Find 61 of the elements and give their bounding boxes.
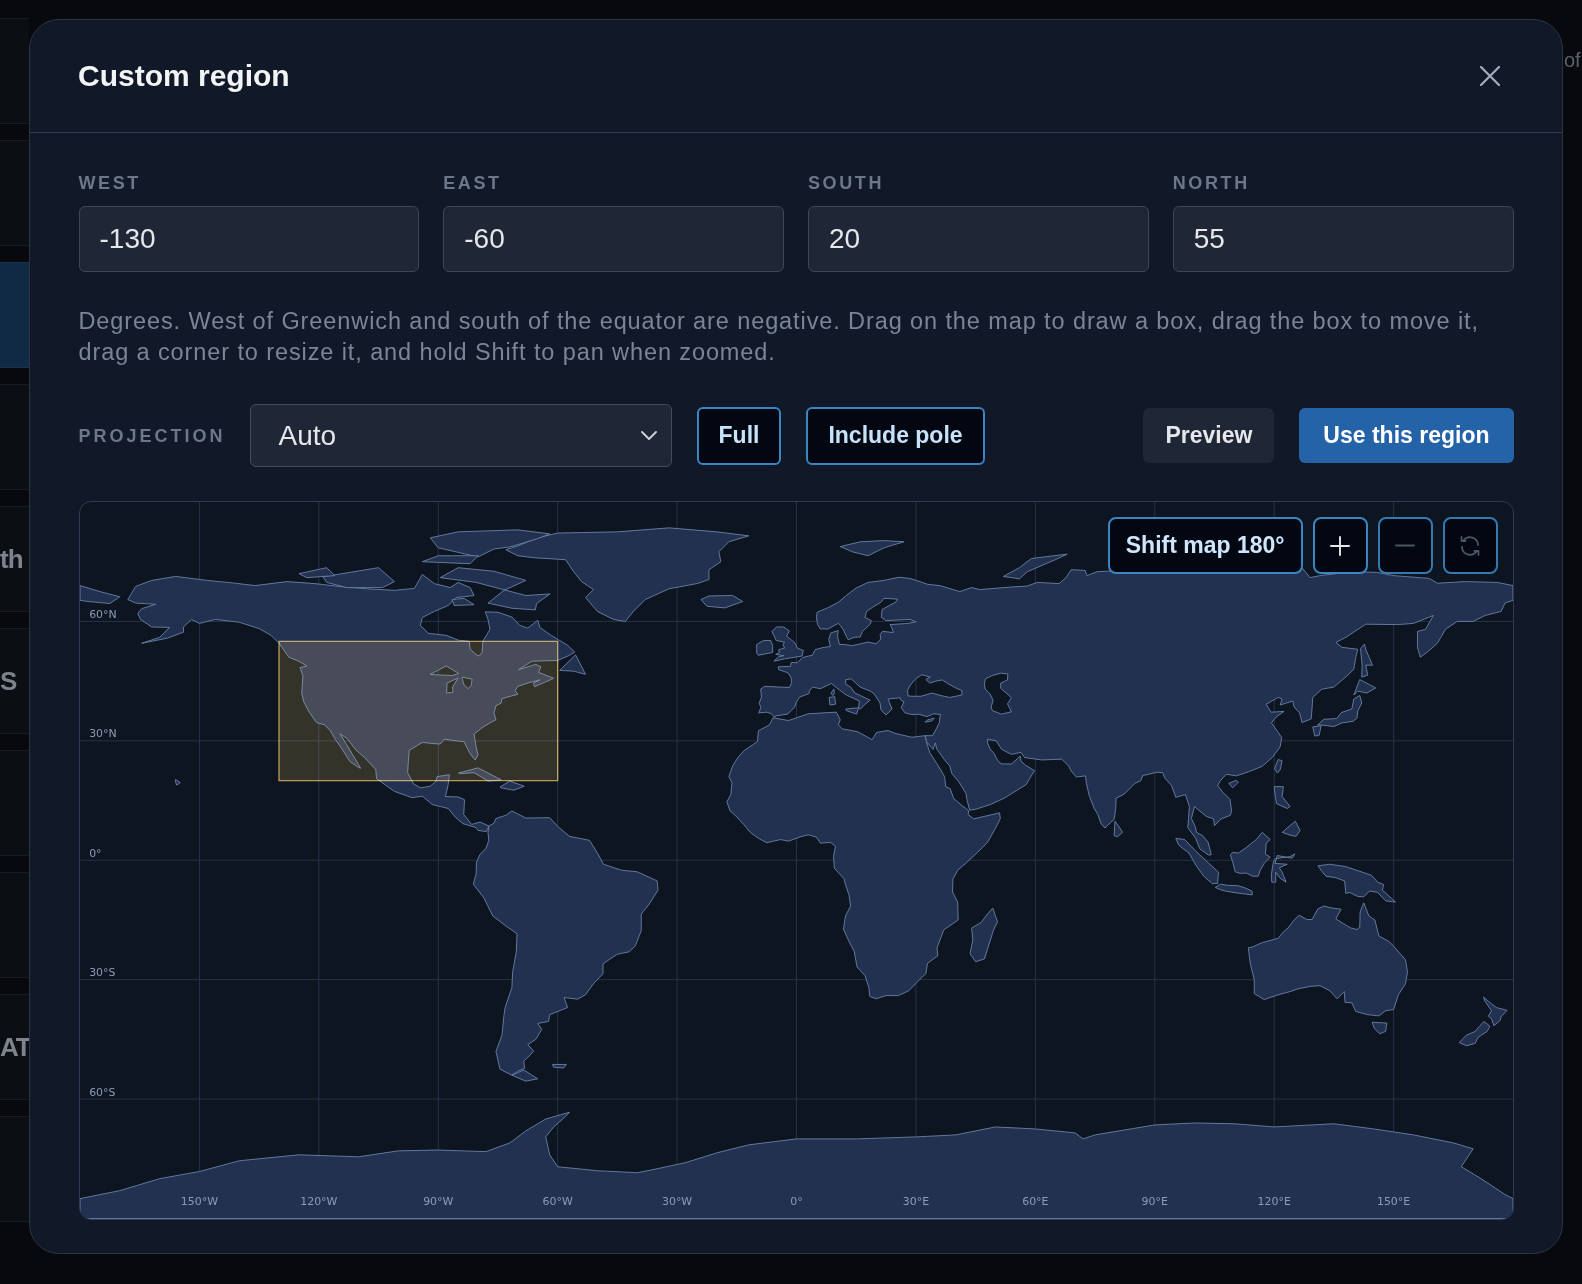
island-shape	[174, 779, 181, 786]
latitude-label: 60°S	[88, 1085, 115, 1099]
background-text: S	[0, 668, 17, 694]
field-label: EAST	[443, 173, 502, 193]
latitude-label: 30°N	[88, 727, 117, 741]
latitude-label: 30°S	[88, 966, 115, 980]
longitude-label: 0°	[789, 1194, 803, 1208]
island-shape	[1281, 820, 1300, 837]
island-shape	[1002, 553, 1068, 580]
shift-map-button[interactable]: Shift map 180°	[1107, 517, 1303, 574]
island-shape	[558, 654, 586, 675]
close-icon[interactable]	[1480, 66, 1500, 86]
field-label: NORTH	[1172, 173, 1250, 193]
island-shape	[1458, 1021, 1490, 1047]
island-shape	[1113, 820, 1123, 838]
longitude-label: 30°W	[661, 1194, 692, 1208]
zoom-in-button[interactable]	[1312, 517, 1368, 574]
island-shape	[839, 540, 904, 557]
chevron-down-icon	[640, 431, 657, 440]
island-shape	[1227, 779, 1239, 789]
island-shape	[499, 780, 525, 791]
coordinate-input[interactable]: 55	[1172, 206, 1514, 272]
peninsula-shape	[79, 585, 120, 604]
extent-button[interactable]: Include pole	[806, 406, 985, 465]
extent-button[interactable]: Full	[696, 406, 782, 465]
selected-region-box[interactable]	[277, 640, 558, 782]
projection-dropdown[interactable]: Auto	[249, 404, 672, 467]
longitude-label: 30°E	[902, 1194, 929, 1208]
longitude-label: 90°E	[1141, 1194, 1168, 1208]
island-shape	[551, 1064, 567, 1069]
longitude-label: 150°W	[180, 1194, 218, 1208]
island-shape	[1371, 1021, 1387, 1035]
latitude-label: 60°N	[88, 607, 117, 621]
longitude-label: 90°W	[422, 1194, 453, 1208]
longitude-label: 60°W	[542, 1194, 573, 1208]
island-shape	[1482, 996, 1507, 1027]
island-shape	[924, 717, 935, 723]
field-label: WEST	[78, 173, 141, 193]
longitude-label: 120°W	[299, 1194, 337, 1208]
longitude-label: 60°E	[1021, 1194, 1048, 1208]
latitude-label: 0°	[88, 846, 102, 860]
coordinate-input[interactable]: -60	[443, 206, 784, 272]
island-shape	[510, 1069, 538, 1082]
use-region-button[interactable]: Use this region	[1299, 408, 1514, 463]
coordinate-input[interactable]: 20	[808, 206, 1149, 272]
island-shape	[700, 595, 743, 609]
map-panel[interactable]: 60°N 30°N 0° 30°S 60°S 150°W 120°W 90°W 60°W 30°W 0° 30°E 60°E 90°E 120°E 150°E Shift map 180°	[78, 501, 1514, 1220]
coordinate-input[interactable]: -130	[78, 206, 420, 272]
longitude-label: 120°E	[1257, 1194, 1291, 1208]
field-label: SOUTH	[808, 173, 884, 193]
background-text: th	[0, 546, 23, 572]
longitude-label: 150°E	[1376, 1194, 1410, 1208]
island-shape	[1273, 786, 1291, 809]
preview-button[interactable]: Preview	[1143, 408, 1275, 463]
projection-label: PROJECTION	[78, 425, 226, 446]
island-shape	[1273, 759, 1283, 774]
background-text: of	[1564, 50, 1581, 70]
dialog-title: Custom region	[78, 59, 290, 93]
island-shape	[969, 907, 998, 963]
help-text: Degrees. West of Greenwich and south of the equator are negative. Drag on the map to draw a box, drag the box to move it, drag a corner to resize it, and hold Shift to pan when zoomed.	[78, 307, 1480, 367]
island-shape	[844, 707, 859, 715]
